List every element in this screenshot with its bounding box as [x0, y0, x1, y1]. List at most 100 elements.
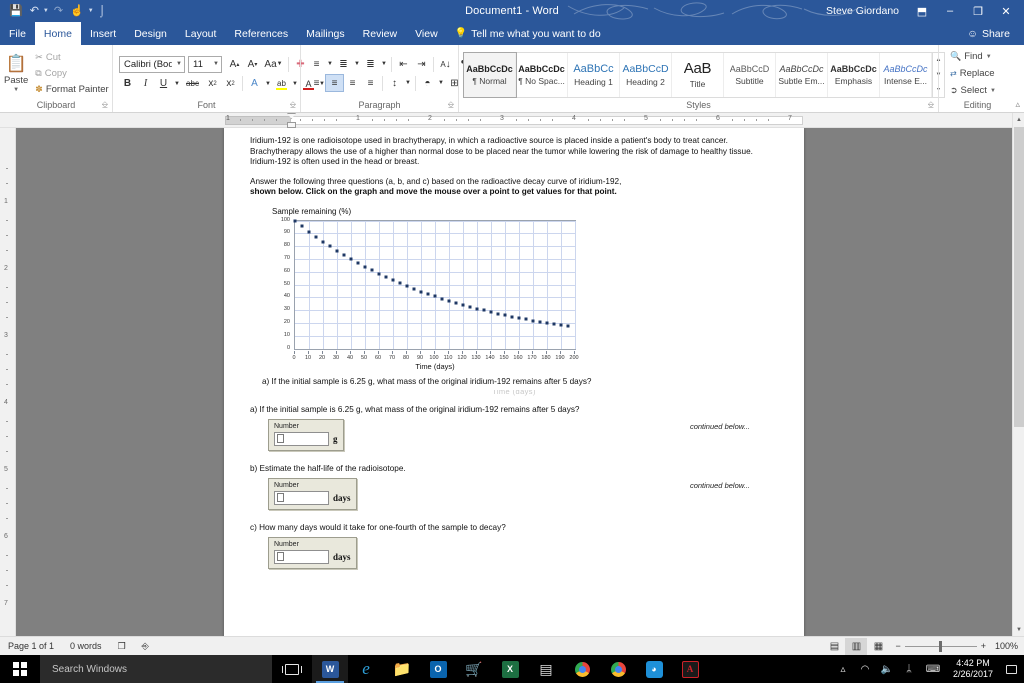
bullets-icon[interactable]: ≡: [308, 56, 325, 72]
page-indicator[interactable]: Page 1 of 1: [0, 637, 62, 656]
start-button[interactable]: [0, 655, 40, 683]
chart-data-point[interactable]: [314, 235, 318, 239]
document-canvas[interactable]: Iridium-192 is one radioisotope used in …: [16, 128, 1012, 636]
answer-box-a[interactable]: Number g: [268, 418, 344, 451]
taskbar-app-file-explorer[interactable]: 📁: [384, 655, 420, 683]
align-left-icon[interactable]: ≡: [308, 75, 325, 91]
chart-data-point[interactable]: [342, 253, 346, 257]
taskbar-app-chrome[interactable]: [564, 655, 600, 683]
taskbar-app-store[interactable]: 🛒: [456, 655, 492, 683]
web-layout-button[interactable]: ▦: [867, 638, 889, 655]
chart-data-point[interactable]: [447, 299, 451, 303]
answer-box-c[interactable]: Number days: [268, 536, 357, 569]
format-painter-button[interactable]: ✽ Format Painter: [32, 82, 111, 97]
chart-data-point[interactable]: [328, 244, 332, 248]
vertical-ruler[interactable]: 1 2 3 4 5 6 7: [0, 128, 16, 636]
tab-design[interactable]: Design: [125, 22, 176, 45]
chart-data-point[interactable]: [461, 303, 465, 307]
select-button[interactable]: ➲ Select ▼: [947, 83, 999, 98]
underline-dropdown-icon[interactable]: ▼: [173, 76, 181, 92]
language-icon[interactable]: ⎆: [134, 637, 157, 656]
tell-me-box[interactable]: 💡 Tell me what you want to do: [447, 22, 609, 45]
chart-data-point[interactable]: [440, 297, 444, 301]
taskbar-app-blue-app[interactable]: ◕: [636, 655, 672, 683]
chart-data-point[interactable]: [433, 294, 437, 298]
paste-dropdown-icon[interactable]: ▼: [13, 87, 19, 93]
chart-data-point[interactable]: [426, 292, 430, 296]
chart-data-point[interactable]: [559, 323, 563, 327]
answer-c-input[interactable]: [274, 549, 329, 564]
decrease-indent-icon[interactable]: ⇤: [395, 56, 412, 72]
align-center-icon[interactable]: ≡: [325, 74, 344, 92]
action-center-button[interactable]: [1000, 655, 1022, 683]
chart-data-point[interactable]: [335, 249, 339, 253]
change-case-icon[interactable]: Aa ▼: [262, 56, 285, 72]
multilevel-list-icon[interactable]: ≣: [362, 56, 379, 72]
styles-dialog-launcher[interactable]: ⎒: [928, 98, 934, 111]
show-hidden-icons-icon[interactable]: ▵: [832, 655, 854, 683]
chart-data-point[interactable]: [300, 224, 304, 228]
paragraph-dialog-launcher[interactable]: ⎒: [448, 98, 454, 111]
shading-icon[interactable]: ◓: [419, 75, 436, 91]
text-effects-dropdown-icon[interactable]: ▼: [264, 76, 272, 92]
style-normal[interactable]: AaBbCcDc ¶ Normal: [463, 51, 517, 98]
align-right-icon[interactable]: ≡: [344, 75, 361, 91]
shrink-font-icon[interactable]: A ▾: [244, 56, 261, 72]
line-spacing-dropdown-icon[interactable]: ▼: [404, 75, 412, 91]
style-intense-emphasis[interactable]: AaBbCcDc Intense E...: [880, 52, 932, 97]
increase-indent-icon[interactable]: ⇥: [413, 56, 430, 72]
chart-data-point[interactable]: [517, 316, 521, 320]
underline-icon[interactable]: U: [155, 76, 172, 92]
copy-button[interactable]: ⧉ Copy: [32, 66, 111, 81]
paste-button[interactable]: 📋 Paste ▼: [4, 52, 28, 95]
undo-dropdown-icon[interactable]: ▼: [43, 8, 49, 14]
chart-data-point[interactable]: [377, 272, 381, 276]
tab-view[interactable]: View: [406, 22, 447, 45]
chart-data-point[interactable]: [454, 301, 458, 305]
word-count[interactable]: 0 words: [62, 637, 110, 656]
chart-data-point[interactable]: [419, 290, 423, 294]
italic-icon[interactable]: I: [137, 76, 154, 92]
chart-data-point[interactable]: [412, 287, 416, 291]
answer-b-input[interactable]: [274, 490, 329, 505]
strikethrough-icon[interactable]: abc: [182, 76, 203, 92]
taskbar-app-adobe-reader[interactable]: A: [672, 655, 708, 683]
grow-font-icon[interactable]: A ▴: [226, 56, 243, 72]
font-size-dropdown-icon[interactable]: ▼: [213, 61, 219, 67]
ribbon-display-options-icon[interactable]: ⬒: [908, 0, 936, 22]
chart-data-point[interactable]: [566, 324, 570, 328]
bold-icon[interactable]: B: [119, 76, 136, 92]
scrollbar-thumb[interactable]: [1014, 127, 1024, 427]
chart-data-point[interactable]: [510, 315, 514, 319]
tab-home[interactable]: Home: [34, 22, 81, 45]
style-heading-2[interactable]: AaBbCcD Heading 2: [620, 52, 672, 97]
chart-data-point[interactable]: [370, 268, 374, 272]
proofing-status-icon[interactable]: ❒: [110, 637, 134, 656]
chart-data-point[interactable]: [552, 322, 556, 326]
answer-a-input[interactable]: [274, 431, 329, 446]
font-name-dropdown-icon[interactable]: ▼: [176, 61, 182, 67]
chart-data-point[interactable]: [496, 312, 500, 316]
chart-data-point[interactable]: [538, 320, 542, 324]
cut-button[interactable]: ✂ Cut: [32, 50, 111, 65]
scroll-up-icon[interactable]: ▲: [1013, 113, 1024, 126]
zoom-slider[interactable]: − + 100%: [889, 640, 1024, 652]
bluetooth-icon[interactable]: ᛦ: [898, 655, 920, 683]
tab-file[interactable]: File: [0, 22, 35, 45]
chart-data-point[interactable]: [468, 305, 472, 309]
replace-button[interactable]: ⇄ Replace: [947, 66, 999, 81]
touch-mode-icon[interactable]: ☝: [68, 5, 86, 18]
zoom-out-button[interactable]: −: [895, 641, 900, 651]
font-name-box[interactable]: Calibri (Body) ▼: [119, 55, 185, 73]
zoom-in-button[interactable]: +: [981, 641, 986, 651]
chart-data-point[interactable]: [475, 307, 479, 311]
wifi-icon[interactable]: ◠: [854, 655, 876, 683]
highlight-dropdown-icon[interactable]: ▼: [291, 76, 299, 92]
customize-qat-icon[interactable]: ⌡: [97, 5, 108, 18]
undo-icon[interactable]: ↶: [28, 5, 41, 18]
chart-data-point[interactable]: [531, 319, 535, 323]
line-spacing-icon[interactable]: ↕: [386, 75, 403, 91]
collapse-ribbon-icon[interactable]: ▵: [1015, 99, 1020, 110]
taskbar-app-outlook[interactable]: O: [420, 655, 456, 683]
scroll-down-icon[interactable]: ▼: [1013, 623, 1024, 636]
